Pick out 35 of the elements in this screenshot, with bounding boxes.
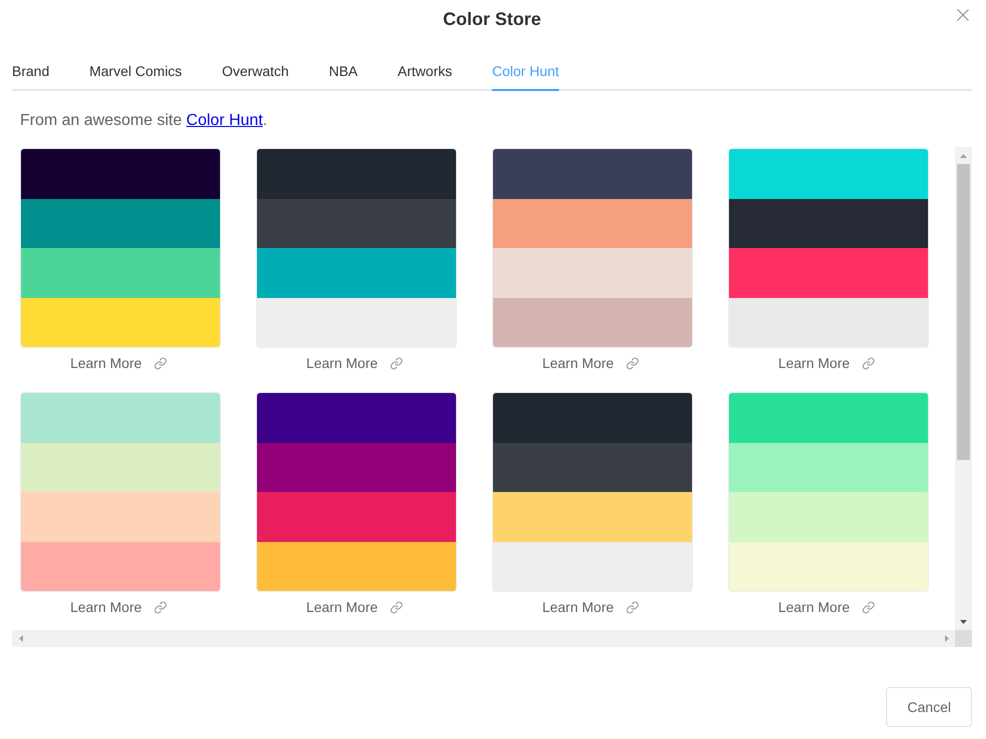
learn-more-link[interactable]: Learn More: [306, 599, 403, 615]
link-icon: [154, 356, 167, 370]
close-button[interactable]: [956, 8, 970, 22]
learn-more-link[interactable]: Learn More: [542, 599, 639, 615]
link-icon: [626, 600, 639, 614]
close-icon: [957, 9, 969, 21]
scrollbar-thumb[interactable]: [957, 164, 970, 460]
link-icon: [862, 356, 875, 370]
link-icon: [154, 600, 167, 614]
tab[interactable]: Overwatch: [222, 51, 289, 91]
learn-more-link[interactable]: Learn More: [70, 599, 167, 615]
color-hunt-link[interactable]: Color Hunt: [186, 112, 263, 129]
scroll-left-arrow-icon[interactable]: [18, 635, 22, 642]
scroll-down-arrow-icon[interactable]: [960, 620, 967, 624]
tab[interactable]: Marvel Comics: [89, 51, 182, 91]
cancel-button[interactable]: Cancel: [886, 687, 972, 727]
vertical-scrollbar[interactable]: [955, 147, 972, 630]
dialog-title: Color Store: [442, 8, 541, 31]
learn-more-link[interactable]: Learn More: [778, 599, 875, 615]
learn-more-link[interactable]: Learn More: [306, 355, 403, 371]
scrollbar-corner: [955, 630, 972, 647]
link-icon: [390, 600, 403, 614]
horizontal-scrollbar[interactable]: [12, 630, 955, 647]
tab[interactable]: NBA: [328, 51, 358, 91]
tab[interactable]: Artworks: [398, 51, 452, 91]
link-icon: [862, 600, 875, 614]
scroll-up-arrow-icon[interactable]: [960, 154, 967, 158]
learn-more-link[interactable]: Learn More: [542, 355, 639, 371]
scroll-right-arrow-icon[interactable]: [944, 635, 948, 642]
link-icon: [390, 356, 403, 370]
learn-more-link[interactable]: Learn More: [778, 355, 875, 371]
intro-text: From an awesome site Color Hunt.: [20, 111, 268, 131]
link-icon: [626, 356, 639, 370]
learn-more-link[interactable]: Learn More: [70, 355, 167, 371]
tab[interactable]: Brand: [12, 51, 50, 91]
